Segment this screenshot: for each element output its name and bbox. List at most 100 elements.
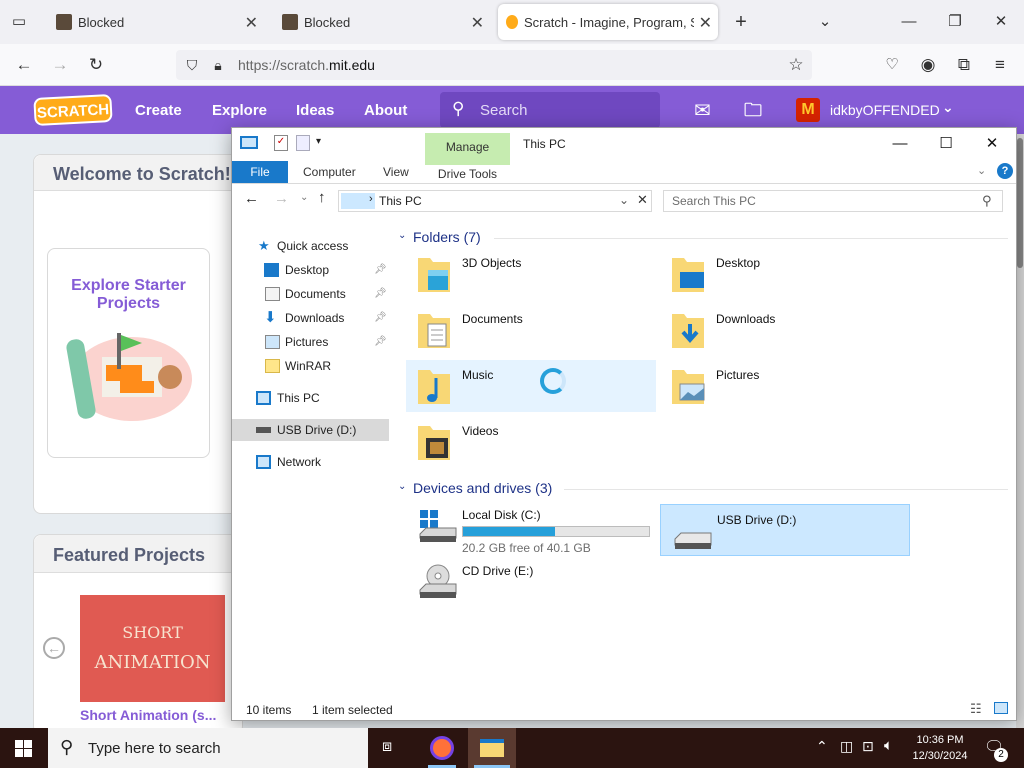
project-title-link[interactable]: Short Animation (s... [80, 707, 216, 723]
nav-item-winrar[interactable]: WinRAR [232, 355, 389, 377]
back-arrow-icon[interactable]: ← [12, 53, 36, 77]
menu-icon[interactable]: ≡ [988, 53, 1012, 77]
search-input[interactable]: Search This PC ⚲ [663, 190, 1003, 212]
list-tabs-chevron-icon[interactable]: ⌄ [810, 8, 840, 36]
collapse-group-chevron-icon[interactable]: ⌄ [398, 230, 406, 241]
minimize-button[interactable]: — [878, 132, 922, 156]
network-icon[interactable]: ⊡ [862, 738, 874, 755]
back-arrow-icon[interactable]: ← [244, 190, 259, 207]
taskbar-search-input[interactable]: ⚲ Type here to search [48, 728, 368, 768]
nav-item-documents[interactable]: Documents 📌︎ [232, 283, 389, 305]
close-window-button[interactable]: ✕ [986, 8, 1016, 36]
folder-item-downloads[interactable]: Downloads [660, 304, 910, 356]
tab-blocked-2[interactable]: Blocked ✕ [274, 4, 490, 40]
nav-item-pictures[interactable]: Pictures 📌︎ [232, 331, 389, 353]
page-scrollbar-thumb[interactable] [1017, 138, 1023, 268]
nav-create[interactable]: Create [135, 102, 182, 119]
large-icons-view-icon[interactable] [994, 702, 1008, 714]
properties-icon[interactable]: ✓ [274, 135, 288, 151]
tab-drive-tools[interactable]: Drive Tools [425, 165, 510, 183]
folder-name: 3D Objects [462, 256, 522, 270]
close-tab-icon[interactable]: ✕ [245, 13, 258, 33]
username[interactable]: idkbyOFFENDED [830, 102, 940, 118]
tab-file[interactable]: File [232, 161, 288, 183]
avatar[interactable]: M [796, 98, 820, 122]
starter-projects-card[interactable]: Explore Starter Projects [47, 248, 210, 458]
clear-address-icon[interactable]: ✕ [637, 192, 648, 208]
windows-start-icon[interactable] [15, 740, 32, 757]
task-view-icon[interactable]: ⧈ [382, 738, 392, 756]
project-thumbnail[interactable]: SHORT ANIMATION [80, 595, 225, 702]
folder-item-desktop[interactable]: Desktop [660, 248, 910, 300]
folder-item-music[interactable]: Music [406, 360, 656, 412]
nav-explore[interactable]: Explore [212, 102, 267, 119]
tab-view[interactable]: View [383, 165, 409, 179]
help-icon[interactable]: ? [997, 163, 1013, 179]
new-tab-button[interactable]: + [726, 8, 756, 36]
file-explorer-taskbar-button[interactable] [468, 728, 516, 768]
up-arrow-icon[interactable]: ↑ [318, 189, 326, 206]
my-stuff-folder-icon[interactable]: 🗀︎ [744, 98, 762, 128]
bookmark-star-icon[interactable]: ☆ [784, 53, 808, 77]
forward-arrow-icon[interactable]: → [274, 190, 289, 207]
forward-arrow-icon[interactable]: → [48, 53, 72, 77]
scratch-search-input[interactable]: ⚲ Search [440, 92, 660, 128]
recent-locations-chevron-icon[interactable]: ⌄ [300, 192, 308, 203]
reload-icon[interactable]: ↻ [84, 53, 108, 77]
close-button[interactable]: ✕ [970, 132, 1014, 156]
drive-item-local-disk-c[interactable]: Local Disk (C:) 20.2 GB free of 40.1 GB [406, 500, 656, 555]
tab-blocked-1[interactable]: Blocked ✕ [48, 4, 264, 40]
scratch-logo[interactable]: SCRATCH [33, 93, 113, 127]
new-folder-icon[interactable] [296, 135, 310, 151]
account-icon[interactable]: ◉ [916, 53, 940, 77]
minimize-button[interactable]: — [894, 8, 924, 36]
scratch-favicon-icon [506, 15, 518, 29]
lock-icon[interactable]: 🔒︎ [206, 53, 230, 77]
quick-access-dropdown-icon[interactable]: ▾ [316, 136, 321, 147]
carousel-prev-arrow-icon[interactable]: ← [43, 637, 65, 659]
tab-overview-icon[interactable]: ▭ [4, 8, 34, 36]
taskbar-clock[interactable]: 10:36 PM 12/30/2024 [908, 732, 972, 764]
devices-group-header[interactable]: Devices and drives (3) [413, 480, 552, 496]
nav-item-network[interactable]: Network [232, 451, 389, 473]
meet-now-icon[interactable]: ◫ [840, 738, 853, 755]
maximize-button[interactable]: ☐ [924, 132, 968, 156]
tab-scratch[interactable]: Scratch - Imagine, Program, Sh ✕ [498, 4, 718, 40]
nav-item-downloads[interactable]: ⬇ Downloads 📌︎ [232, 307, 389, 329]
nav-item-quick-access[interactable]: ★ Quick access [232, 235, 389, 257]
firefox-icon[interactable] [430, 736, 454, 760]
folder-item-pictures[interactable]: Pictures [660, 360, 910, 412]
folder-item-3d-objects[interactable]: 3D Objects [406, 248, 656, 300]
address-dropdown-chevron-icon[interactable]: ⌄ [619, 193, 629, 207]
drive-usage-fill [463, 527, 556, 536]
extensions-icon[interactable]: ⧉ [952, 53, 976, 77]
drive-item-usb-drive-d[interactable]: USB Drive (D:) [660, 504, 910, 556]
tab-manage-group[interactable]: Manage Drive Tools [425, 133, 510, 183]
drive-item-cd-drive-e[interactable]: CD Drive (E:) [406, 556, 656, 608]
folders-group-header[interactable]: Folders (7) [413, 229, 481, 245]
tab-computer[interactable]: Computer [303, 165, 356, 179]
nav-item-this-pc[interactable]: This PC [232, 387, 389, 409]
expand-ribbon-chevron-icon[interactable]: ⌄ [977, 164, 986, 177]
pocket-icon[interactable]: ♡ [880, 53, 904, 77]
close-tab-icon[interactable]: ✕ [471, 13, 484, 33]
nav-about[interactable]: About [364, 102, 407, 119]
computer-icon[interactable] [240, 136, 258, 149]
collapse-group-chevron-icon[interactable]: ⌄ [398, 481, 406, 492]
url-bar[interactable]: ⛉ 🔒︎ https://scratch.mit.edu ☆ [176, 50, 812, 80]
shield-icon[interactable]: ⛉ [180, 53, 204, 77]
chevron-down-icon[interactable]: ⌄ [942, 99, 954, 116]
messages-envelope-icon[interactable]: ✉ [694, 98, 711, 123]
close-tab-icon[interactable]: ✕ [699, 13, 712, 33]
maximize-button[interactable]: ❐ [940, 8, 970, 36]
volume-muted-icon[interactable]: 🔈︎ [884, 737, 893, 754]
show-hidden-icons-chevron-icon[interactable]: ⌃ [816, 738, 828, 755]
breadcrumb-separator-icon[interactable]: › [369, 193, 373, 205]
details-view-icon[interactable]: ☷ [970, 701, 982, 717]
nav-item-usb-drive[interactable]: USB Drive (D:) [232, 419, 389, 441]
folder-item-documents[interactable]: Documents [406, 304, 656, 356]
folder-item-videos[interactable]: Videos [406, 416, 656, 468]
address-bar[interactable]: › This PC ⌄ ✕ [338, 190, 652, 212]
nav-ideas[interactable]: Ideas [296, 102, 334, 119]
nav-item-desktop[interactable]: Desktop 📌︎ [232, 259, 389, 281]
